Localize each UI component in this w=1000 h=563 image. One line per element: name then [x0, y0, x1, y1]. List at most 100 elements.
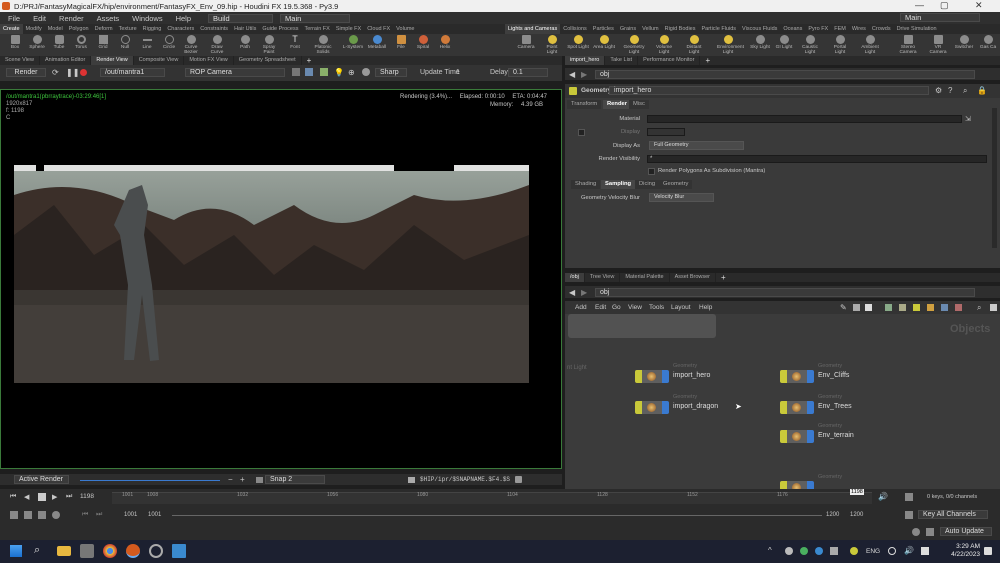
help-icon[interactable]: ?: [948, 86, 952, 95]
tool-l-system[interactable]: L-System: [342, 35, 364, 50]
output-driver-dropdown[interactable]: /out/mantra1: [100, 68, 165, 77]
network-path-field[interactable]: obj: [595, 288, 975, 297]
delay-input[interactable]: 0.1: [508, 68, 548, 77]
add-tab-plus-icon[interactable]: +: [700, 56, 715, 65]
tab-motion-fx-view[interactable]: Motion FX View: [184, 56, 234, 65]
sharp-dropdown[interactable]: Sharp: [375, 68, 407, 77]
node-name-field[interactable]: import_hero: [609, 86, 929, 95]
tool-camera[interactable]: Camera: [515, 35, 537, 50]
camera-dropdown[interactable]: ROP Camera: [185, 68, 285, 77]
tool-grid[interactable]: Grid: [92, 35, 114, 50]
display-options-icon[interactable]: [865, 304, 872, 311]
range-end2-field[interactable]: 1200: [850, 512, 863, 518]
shelf-tab[interactable]: Characters: [164, 24, 197, 34]
shelf-tab[interactable]: Lights and Cameras: [505, 24, 561, 34]
current-frame-field[interactable]: 1198: [80, 493, 94, 500]
key-icon[interactable]: [905, 511, 913, 519]
auto-update-dropdown[interactable]: Auto Update: [940, 527, 992, 536]
realtime-toggle-icon[interactable]: [10, 511, 18, 519]
tool-spot-light[interactable]: Spot Light: [567, 35, 589, 50]
file-explorer-icon[interactable]: [57, 546, 71, 556]
volume-icon[interactable]: 🔊: [904, 546, 914, 555]
menu-help[interactable]: Help: [176, 14, 191, 23]
tool-ambient-light[interactable]: Ambient Light: [859, 35, 881, 55]
update-time-value[interactable]: 1: [456, 69, 460, 76]
tool-circle[interactable]: Circle: [158, 35, 180, 50]
lock-icon[interactable]: 🔒: [977, 86, 987, 95]
snapshot-slider[interactable]: [80, 476, 220, 481]
geometry-node-tile[interactable]: [780, 401, 814, 414]
tool-geometry-light[interactable]: Geometry Light: [623, 35, 645, 55]
shelf-tab[interactable]: Constraints: [197, 24, 231, 34]
jump-start-icon[interactable]: ⏮: [10, 493, 16, 501]
tab-performance-monitor[interactable]: Performance Monitor: [638, 56, 701, 65]
render-visibility-field[interactable]: *: [647, 155, 987, 163]
tool-sphere[interactable]: Sphere: [26, 35, 48, 50]
menu-layout[interactable]: Layout: [671, 304, 691, 311]
menu-assets[interactable]: Assets: [97, 14, 120, 23]
snapshot-save-path[interactable]: $HIP/ipr/$SNAPNAME.$F4.$S: [420, 476, 510, 483]
stop-icon[interactable]: [38, 493, 46, 501]
wrench-icon[interactable]: ✎: [840, 303, 847, 312]
render-polys-checkbox[interactable]: [648, 168, 655, 175]
shelf-tab[interactable]: FEM: [831, 24, 849, 34]
tool-switcher[interactable]: Switcher: [953, 35, 975, 50]
tab-dicing[interactable]: Dicing: [635, 180, 660, 189]
chrome-icon[interactable]: [103, 544, 117, 558]
tab-asset-browser[interactable]: Asset Browser: [670, 273, 717, 282]
tool-environment-light[interactable]: Environment Light: [717, 35, 744, 55]
range-slider[interactable]: [172, 515, 822, 516]
tool-null[interactable]: Null: [114, 35, 136, 50]
range-start2-field[interactable]: 1001: [148, 512, 161, 518]
light-icon[interactable]: 💡: [334, 68, 344, 77]
tool-gi-light[interactable]: GI Light: [773, 35, 795, 50]
wifi-icon[interactable]: [888, 547, 896, 555]
shelf-tab[interactable]: Polygon: [66, 24, 92, 34]
clock[interactable]: 3:29 AM 4/22/2023: [940, 543, 980, 559]
notifications-icon[interactable]: [984, 547, 992, 555]
tool-path[interactable]: Path: [234, 35, 256, 50]
shelf-tab[interactable]: Deform: [92, 24, 116, 34]
tool-area-light[interactable]: Area Light: [593, 35, 615, 50]
menu-help[interactable]: Help: [699, 304, 712, 311]
key-all-channels-button[interactable]: Key All Channels: [918, 510, 988, 519]
param-scrollbar[interactable]: [992, 108, 997, 248]
tool-gas-camera[interactable]: Gas Ca: [977, 35, 999, 50]
snapshot-icon[interactable]: [292, 68, 300, 76]
tool-helix[interactable]: Helix: [434, 35, 456, 50]
shelf-tab[interactable]: Rigging: [140, 24, 165, 34]
tab-parameters[interactable]: import_hero: [565, 56, 606, 65]
app-icon[interactable]: [80, 544, 94, 558]
tab-material-palette[interactable]: Material Palette: [620, 273, 670, 282]
shelf-tab[interactable]: Particles: [590, 24, 617, 34]
tool-point-light[interactable]: Point Light: [541, 35, 563, 55]
add-snapshot-icon[interactable]: +: [240, 475, 245, 484]
playhead-frame[interactable]: 1198: [850, 489, 864, 495]
tool-line[interactable]: Line: [136, 35, 158, 50]
shelf-tab[interactable]: Hair Utils: [231, 24, 259, 34]
pin-icon[interactable]: [990, 304, 997, 311]
shelf-tab[interactable]: Drive Simulation: [894, 24, 940, 34]
obs-icon[interactable]: [149, 544, 163, 558]
menu-file[interactable]: File: [8, 14, 20, 23]
jump-end-icon[interactable]: ⏭: [66, 493, 72, 501]
snapshot-name[interactable]: Snap 2: [265, 475, 325, 484]
tile-mode-icon[interactable]: [899, 304, 906, 311]
menu-go[interactable]: Go: [612, 304, 621, 311]
tool-torus[interactable]: Torus: [70, 35, 92, 50]
velocity-blur-dropdown[interactable]: Velocity Blur: [649, 193, 714, 202]
material-field[interactable]: [647, 115, 962, 123]
pause-icon[interactable]: ❚❚: [66, 68, 79, 77]
audio-icon[interactable]: 🔊: [878, 492, 888, 501]
display-as-dropdown[interactable]: Full Geometry: [649, 141, 744, 150]
back-arrow-icon[interactable]: ◀: [569, 288, 575, 297]
tool-vr-camera[interactable]: VR Camera: [927, 35, 949, 55]
shelf-tab[interactable]: Terrain FX: [301, 24, 332, 34]
tool-stereo-camera[interactable]: Stereo Camera: [897, 35, 919, 55]
shape-palette-icon[interactable]: [927, 304, 934, 311]
geometry-node-tile[interactable]: [780, 430, 814, 443]
shelf-tab[interactable]: Modify: [23, 24, 45, 34]
add-tab-plus-icon[interactable]: +: [302, 56, 317, 65]
tool-spray-paint[interactable]: Spray Paint: [258, 35, 280, 55]
key-filter-icon[interactable]: [905, 493, 913, 501]
